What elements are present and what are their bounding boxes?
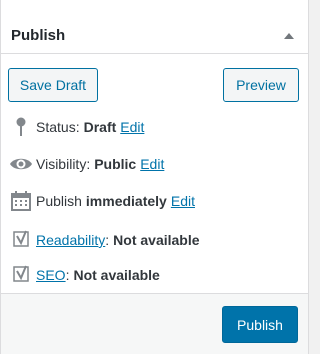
publish-box-title: Publish <box>11 27 66 44</box>
seo-row: SEO : Not available <box>9 263 160 287</box>
status-edit-link[interactable]: Edit <box>120 119 144 135</box>
readability-separator: : <box>105 232 110 248</box>
save-draft-button[interactable]: Save Draft <box>8 68 98 102</box>
triangle-up-icon[interactable] <box>284 33 294 39</box>
pin-icon <box>9 115 33 139</box>
schedule-label: Publish <box>36 193 82 209</box>
schedule-value: immediately <box>85 193 167 209</box>
visibility-row: Visibility: Public Edit <box>9 152 164 176</box>
readability-value: Not available <box>113 232 200 248</box>
eye-icon <box>9 152 33 176</box>
publish-button[interactable]: Publish <box>222 306 298 343</box>
status-label: Status: <box>36 119 80 135</box>
publish-box: Publish Save Draft Preview Status: Draft… <box>0 0 309 354</box>
page-background <box>309 0 315 354</box>
status-value: Draft <box>83 119 117 135</box>
schedule-edit-link[interactable]: Edit <box>171 193 195 209</box>
yoast-icon <box>9 263 33 287</box>
calendar-icon <box>9 189 33 213</box>
major-publishing-actions: Publish <box>1 293 308 354</box>
seo-separator: : <box>65 267 70 283</box>
visibility-edit-link[interactable]: Edit <box>140 156 164 172</box>
schedule-row: Publish immediately Edit <box>9 189 195 213</box>
status-row: Status: Draft Edit <box>9 115 144 139</box>
readability-link[interactable]: Readability <box>36 232 105 248</box>
visibility-label: Visibility: <box>36 156 91 172</box>
publish-box-header: Publish <box>1 0 308 54</box>
seo-value: Not available <box>73 267 160 283</box>
visibility-value: Public <box>94 156 137 172</box>
seo-link[interactable]: SEO <box>36 267 66 283</box>
yoast-icon <box>9 228 33 252</box>
readability-row: Readability : Not available <box>9 228 200 252</box>
preview-button[interactable]: Preview <box>223 68 299 102</box>
